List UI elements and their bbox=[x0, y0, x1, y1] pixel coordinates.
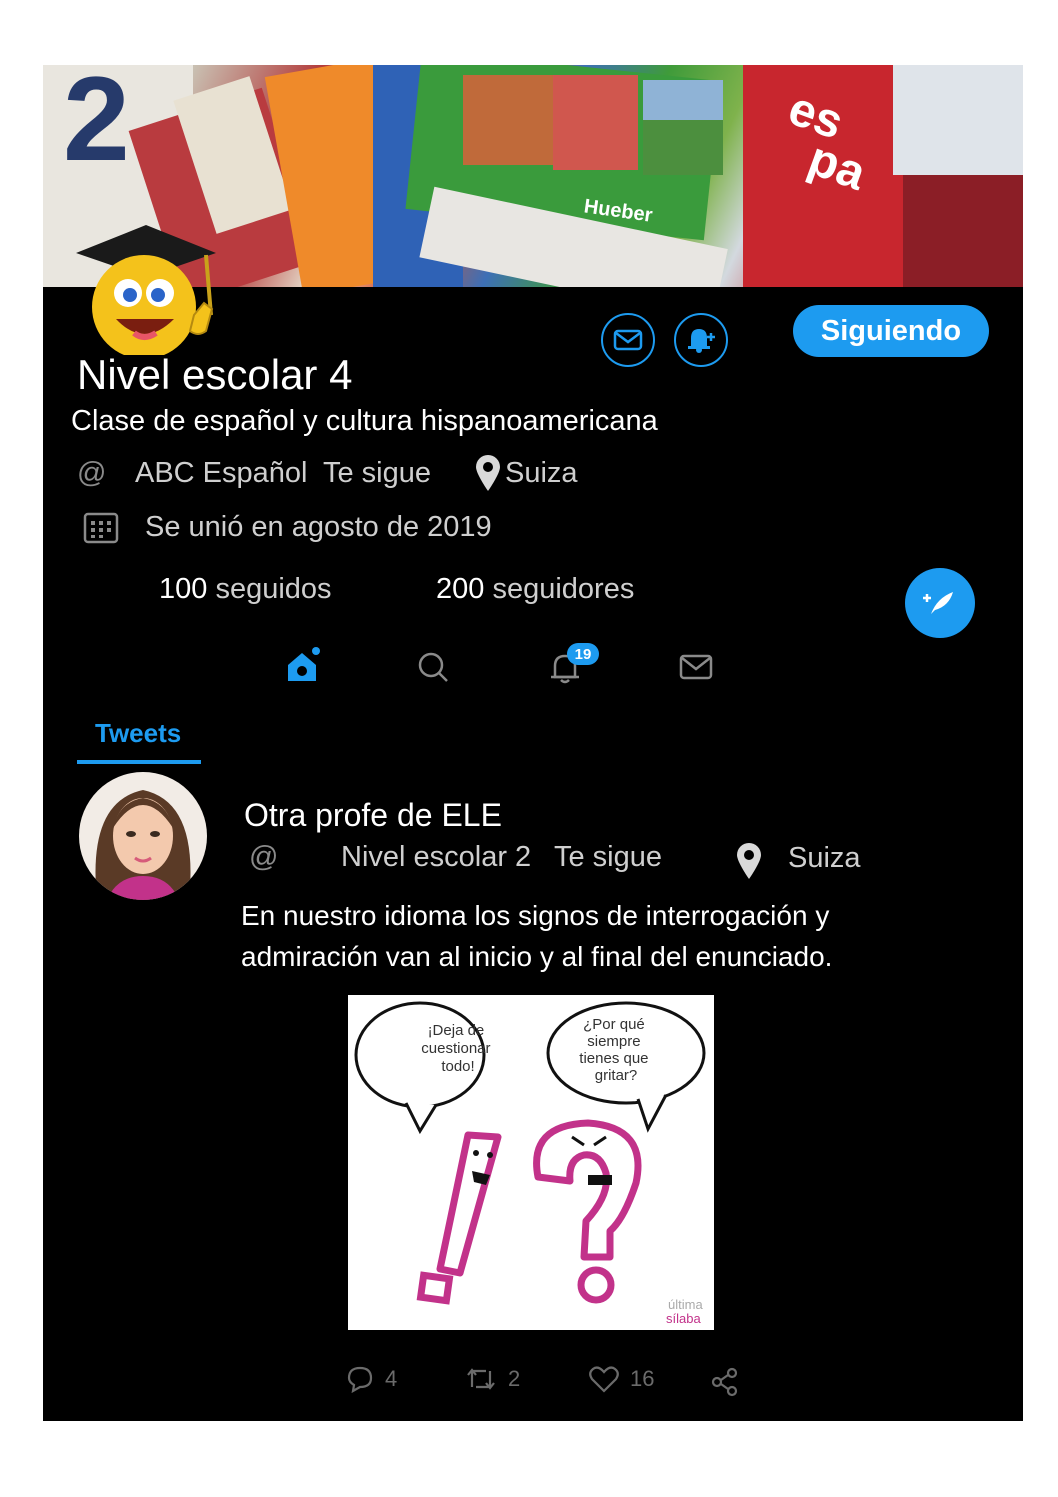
bubble-left-line-2: cuestionar bbox=[421, 1040, 490, 1057]
bubble-left-line-3: todo! bbox=[441, 1058, 474, 1075]
profile-handle[interactable]: ABC Español bbox=[135, 457, 308, 490]
tweet-at-icon: @ bbox=[249, 841, 279, 873]
profile-location: Suiza bbox=[505, 457, 578, 489]
tweet-author-avatar[interactable] bbox=[77, 772, 209, 900]
compose-tweet-button[interactable] bbox=[905, 568, 975, 638]
tweet-location-pin-icon bbox=[737, 843, 761, 879]
retweet-icon bbox=[467, 1368, 495, 1390]
reply-action[interactable]: 4 bbox=[345, 1365, 397, 1393]
punctuation-cartoon-image: ¡Deja de cuestionar todo! ¿Por qué siemp… bbox=[354, 1001, 706, 1326]
followers-label: seguidores bbox=[492, 573, 635, 605]
tab-underline bbox=[77, 760, 201, 764]
retweet-count: 2 bbox=[508, 1366, 521, 1391]
tweet-location: Suiza bbox=[788, 842, 861, 874]
profile-bio: Clase de español y cultura hispanoameric… bbox=[71, 405, 658, 437]
following-label: seguidos bbox=[215, 573, 332, 605]
share-icon[interactable] bbox=[710, 1367, 740, 1397]
retweet-action[interactable]: 2 bbox=[464, 1365, 520, 1393]
notify-button[interactable] bbox=[674, 313, 728, 367]
tab-tweets[interactable]: Tweets bbox=[95, 718, 181, 749]
message-button[interactable] bbox=[601, 313, 655, 367]
reply-icon bbox=[347, 1366, 373, 1393]
follows-you-label: Te sigue bbox=[323, 457, 432, 489]
following-button[interactable]: Siguiendo bbox=[793, 305, 989, 357]
svg-text:2: 2 bbox=[63, 65, 130, 186]
app-frame: 2 Hueber es pa Siguiendo Nivel escolar 4… bbox=[43, 65, 1023, 1421]
tweet-follows-you: Te sigue bbox=[554, 841, 663, 873]
like-count: 16 bbox=[630, 1366, 655, 1391]
mail-icon[interactable] bbox=[679, 653, 713, 681]
bubble-right-line-1: ¿Por qué bbox=[583, 1016, 645, 1033]
tweet-text: En nuestro idioma los signos de interrog… bbox=[241, 900, 833, 972]
search-icon[interactable] bbox=[416, 650, 450, 684]
reply-count: 4 bbox=[385, 1366, 398, 1391]
heart-icon bbox=[589, 1366, 619, 1393]
joined-date: Se unió en agosto de 2019 bbox=[145, 511, 492, 543]
profile-avatar[interactable] bbox=[76, 215, 251, 355]
followers-stat[interactable]: 200 seguidores bbox=[436, 573, 634, 606]
envelope-icon bbox=[613, 329, 643, 351]
followers-count: 200 bbox=[436, 573, 485, 605]
home-icon[interactable] bbox=[284, 645, 324, 685]
bubble-left-line-1: ¡Deja de bbox=[428, 1022, 485, 1039]
location-pin-icon bbox=[476, 455, 500, 491]
watermark-line-1: última bbox=[668, 1297, 703, 1312]
tweet-author-handle[interactable]: Nivel escolar 2 bbox=[341, 841, 531, 874]
following-stat[interactable]: 100 seguidos bbox=[159, 573, 332, 606]
bell-plus-icon bbox=[688, 329, 715, 353]
watermark-line-2: sílaba bbox=[666, 1311, 701, 1326]
bubble-right-line-2: siempre bbox=[587, 1033, 640, 1050]
at-icon: @ bbox=[77, 457, 107, 489]
compose-feather-icon bbox=[923, 592, 953, 614]
tweet-author-name[interactable]: Otra profe de ELE bbox=[244, 797, 502, 834]
bubble-right-line-4: gritar? bbox=[595, 1067, 638, 1084]
notifications-badge: 19 bbox=[567, 643, 599, 665]
bubble-right-line-3: tienes que bbox=[579, 1050, 648, 1067]
calendar-icon bbox=[83, 512, 119, 544]
tweet-image[interactable]: ¡Deja de cuestionar todo! ¿Por qué siemp… bbox=[348, 995, 714, 1330]
following-count: 100 bbox=[159, 573, 208, 605]
profile-name: Nivel escolar 4 bbox=[77, 351, 353, 398]
like-action[interactable]: 16 bbox=[588, 1365, 654, 1393]
